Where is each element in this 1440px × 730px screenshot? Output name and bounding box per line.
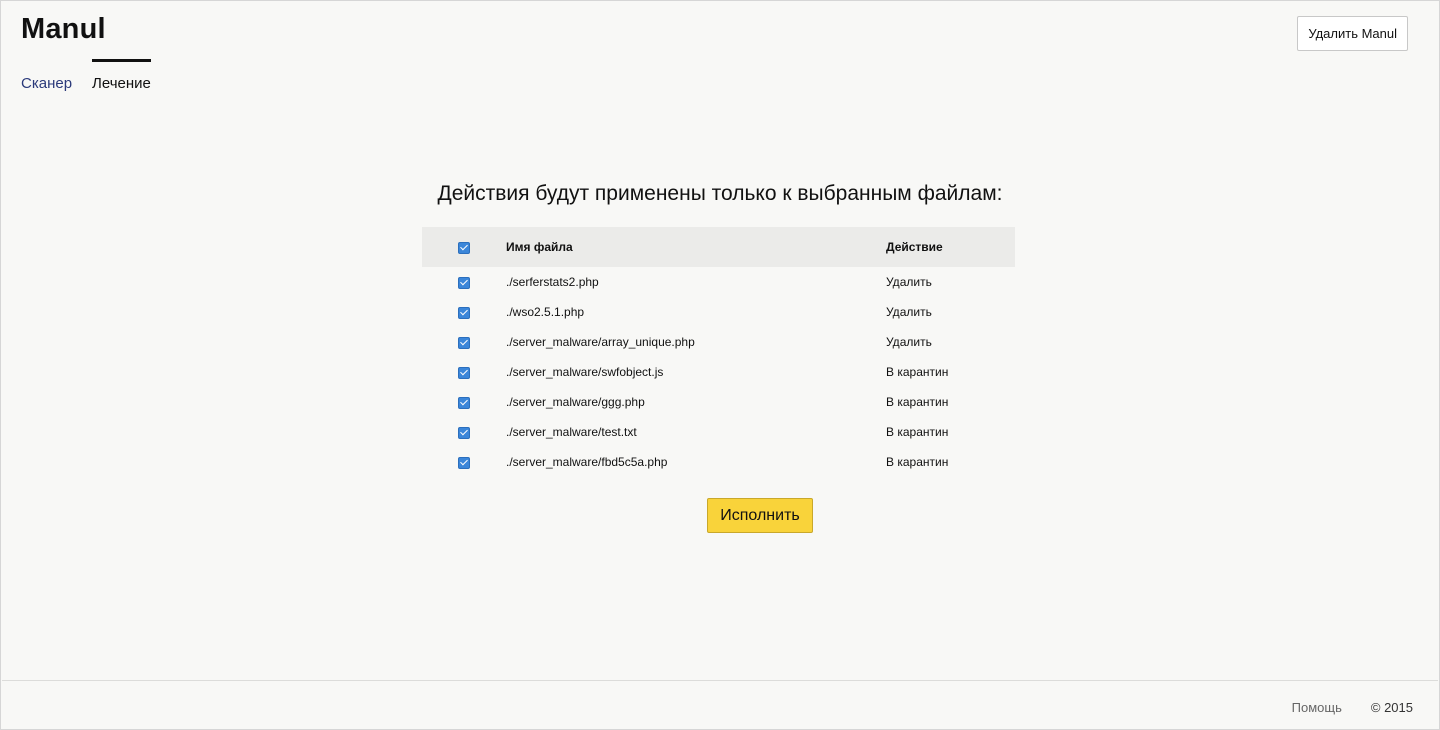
file-action-cell: Удалить (886, 275, 932, 289)
row-checkbox[interactable] (458, 396, 470, 409)
table-row: ./wso2.5.1.php Удалить (422, 297, 1015, 327)
row-checkbox[interactable] (458, 336, 470, 349)
row-checkbox-cell (422, 327, 506, 357)
row-checkbox-cell (422, 297, 506, 327)
file-name-cell: ./server_malware/fbd5c5a.php (506, 455, 668, 469)
files-table: Имя файла Действие ./serferstats2.php Уда… (422, 227, 1015, 477)
delete-manul-button[interactable]: Удалить Manul (1297, 16, 1408, 51)
table-row: ./server_malware/test.txt В карантин (422, 417, 1015, 447)
table-row: ./serferstats2.php Удалить (422, 267, 1015, 297)
page-heading: Действия будут применены только к выбран… (437, 182, 1003, 205)
files-table-body: ./serferstats2.php Удалить ./wso2.5.1.php У… (422, 267, 1015, 477)
file-action-cell: В карантин (886, 425, 949, 439)
file-action-cell: Удалить (886, 305, 932, 319)
app-window: Manul Удалить Manul Сканер Лечение Дейст… (0, 0, 1440, 730)
file-name-cell: ./server_malware/test.txt (506, 425, 637, 439)
row-checkbox-cell (422, 357, 506, 387)
file-name-cell: ./server_malware/array_unique.php (506, 335, 695, 349)
select-all-cell (422, 227, 506, 267)
execute-button[interactable]: Исполнить (707, 498, 813, 533)
row-checkbox[interactable] (458, 366, 470, 379)
file-action-cell: В карантин (886, 455, 949, 469)
help-link[interactable]: Помощь (1292, 700, 1342, 715)
row-checkbox[interactable] (458, 456, 470, 469)
footer-divider (2, 680, 1438, 681)
row-checkbox[interactable] (458, 276, 470, 289)
column-header-action: Действие (886, 240, 943, 254)
table-row: ./server_malware/swfobject.js В карантин (422, 357, 1015, 387)
copyright: © 2015 (1370, 700, 1413, 715)
select-all-checkbox[interactable] (458, 241, 470, 254)
file-name-cell: ./wso2.5.1.php (506, 305, 585, 319)
file-name-cell: ./server_malware/ggg.php (506, 395, 645, 409)
file-action-cell: В карантин (886, 365, 949, 379)
file-action-cell: В карантин (886, 395, 949, 409)
table-header-row: Имя файла Действие (422, 227, 1015, 267)
table-row: ./server_malware/ggg.php В карантин (422, 387, 1015, 417)
row-checkbox-cell (422, 417, 506, 447)
column-header-filename: Имя файла (506, 240, 573, 254)
row-checkbox[interactable] (458, 426, 470, 439)
row-checkbox-cell (422, 267, 506, 297)
row-checkbox[interactable] (458, 306, 470, 319)
app-title: Manul (21, 13, 106, 45)
file-action-cell: Удалить (886, 335, 932, 349)
tab-scanner[interactable]: Сканер (21, 59, 72, 98)
tabs-nav: Сканер Лечение (21, 59, 151, 98)
tab-treatment[interactable]: Лечение (92, 59, 151, 98)
row-checkbox-cell (422, 447, 506, 477)
file-name-cell: ./serferstats2.php (506, 275, 599, 289)
table-row: ./server_malware/fbd5c5a.php В карантин (422, 447, 1015, 477)
file-name-cell: ./server_malware/swfobject.js (506, 365, 664, 379)
footer: Помощь © 2015 (1292, 700, 1413, 715)
table-row: ./server_malware/array_unique.php Удалить (422, 327, 1015, 357)
row-checkbox-cell (422, 387, 506, 417)
